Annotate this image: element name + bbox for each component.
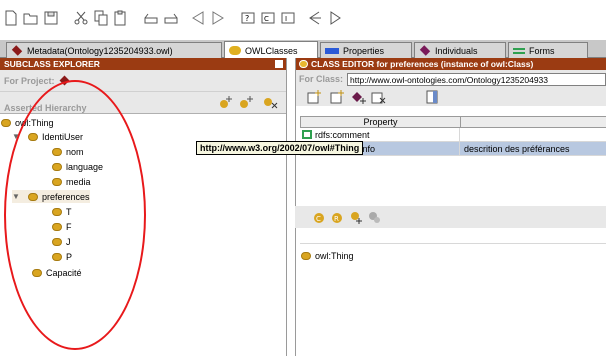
- tree-item-nom[interactable]: nom: [52, 145, 84, 158]
- delete-value-icon[interactable]: [370, 90, 386, 104]
- tab-metadata[interactable]: Metadata(Ontology1235204933.owl): [6, 42, 222, 58]
- class-editor-header: CLASS EDITOR for preferences (instance o…: [296, 58, 606, 70]
- tree-item-media[interactable]: media: [52, 175, 91, 188]
- for-class-bar: For Class: http://www.owl-ontologies.com…: [296, 70, 606, 88]
- copy-icon[interactable]: [93, 10, 109, 26]
- class-bullet-icon: [52, 147, 62, 156]
- individual-diamond-icon: [419, 45, 431, 56]
- tab-forms[interactable]: Forms: [508, 42, 588, 58]
- class-bullet-icon: [299, 60, 308, 68]
- tree-item-t[interactable]: T: [52, 205, 72, 218]
- class-bullet-icon: [52, 207, 62, 216]
- tree-item-identiuser[interactable]: ▼ IdentiUser: [12, 130, 83, 143]
- hierarchy-label: Asserted Hierarchy: [4, 103, 87, 113]
- tree-item-preferences[interactable]: ▼ preferences: [12, 190, 90, 203]
- table-header: Property: [300, 116, 606, 128]
- class-bullet-icon: [52, 237, 62, 246]
- create-subclass-icon[interactable]: [218, 95, 234, 109]
- class-bullet-icon: [1, 118, 11, 127]
- tree-item-capacite[interactable]: Capacité: [32, 266, 82, 279]
- class-bullet-icon: [32, 268, 42, 277]
- svg-text:I: I: [285, 15, 287, 23]
- class-bullet-icon: [52, 252, 62, 261]
- annotation-property-icon: [302, 130, 312, 139]
- undo-icon[interactable]: [143, 10, 159, 26]
- view-icon[interactable]: [424, 90, 440, 104]
- ask-icon[interactable]: ?: [240, 10, 256, 26]
- superclass-list: owl:Thing: [300, 230, 606, 354]
- back-icon[interactable]: [190, 10, 206, 26]
- metadata-diamond-icon: [11, 45, 23, 56]
- class-bullet-icon: [52, 177, 62, 186]
- tab-properties[interactable]: Properties: [320, 42, 412, 58]
- class-bullet-icon: [301, 252, 311, 260]
- chevron-down-icon[interactable]: ▼: [12, 132, 20, 141]
- create-sibling-icon[interactable]: [238, 95, 254, 109]
- svg-text:R: R: [334, 215, 339, 223]
- table-row[interactable]: rdfs:comment: [300, 128, 606, 142]
- new-file-icon[interactable]: [3, 10, 19, 26]
- class-bullet-icon: [52, 222, 62, 231]
- tab-bar: Metadata(Ontology1235204933.owl) OWLClas…: [0, 40, 606, 59]
- subclass-explorer-header: SUBCLASS EXPLORER: [0, 58, 286, 70]
- add-superclass-icon[interactable]: C: [313, 210, 327, 224]
- property-bar-icon: [325, 47, 339, 54]
- cut-icon[interactable]: [73, 10, 89, 26]
- add-named-class-icon[interactable]: [349, 210, 363, 224]
- remove-superclass-icon[interactable]: [367, 210, 381, 224]
- editor-toolbar: [296, 88, 606, 106]
- class-bullet-icon: [52, 162, 62, 171]
- forms-icon: [513, 47, 525, 54]
- class-bullet-icon: [28, 192, 38, 201]
- delete-class-icon[interactable]: [262, 95, 278, 109]
- next-icon[interactable]: [327, 10, 343, 26]
- uri-tooltip: http://www.w3.org/2002/07/owl#Thing: [196, 141, 364, 155]
- maximize-icon[interactable]: [275, 60, 283, 68]
- list-item: [300, 230, 606, 244]
- main-toolbar: ? C I: [0, 0, 606, 36]
- paste-icon[interactable]: [113, 10, 129, 26]
- add-annotation-icon[interactable]: [306, 90, 322, 104]
- forward-icon[interactable]: [210, 10, 226, 26]
- tree-item-owl-thing[interactable]: owl:Thing: [1, 116, 54, 129]
- for-project-bar: For Project:: [0, 70, 286, 92]
- svg-text:C: C: [316, 215, 321, 223]
- list-item[interactable]: owl:Thing: [300, 251, 606, 261]
- add-restriction-icon[interactable]: R: [331, 210, 345, 224]
- project-diamond-icon: [59, 75, 69, 86]
- tab-individuals[interactable]: Individuals: [414, 42, 506, 58]
- tree-item-f[interactable]: F: [52, 220, 72, 233]
- redo-icon[interactable]: [163, 10, 179, 26]
- tree-item-j[interactable]: J: [52, 235, 71, 248]
- tree-item-p[interactable]: P: [52, 250, 72, 263]
- class-bullet-icon: [28, 132, 38, 141]
- class-icon[interactable]: C: [260, 10, 276, 26]
- superclass-toolbar: C R: [295, 206, 606, 228]
- class-uri-field[interactable]: http://www.owl-ontologies.com/Ontology12…: [347, 72, 606, 86]
- svg-text:C: C: [264, 15, 269, 23]
- add-value-icon[interactable]: [351, 90, 367, 104]
- add-property-icon[interactable]: [329, 90, 345, 104]
- svg-text:?: ?: [245, 14, 249, 23]
- tree-item-language[interactable]: language: [52, 160, 103, 173]
- subclass-explorer-panel: SUBCLASS EXPLORER For Project: Asserted …: [0, 58, 287, 356]
- tab-owl-classes[interactable]: OWLClasses: [224, 41, 318, 59]
- save-icon[interactable]: [43, 10, 59, 26]
- class-bullet-icon: [229, 46, 241, 55]
- chevron-down-icon[interactable]: ▼: [12, 192, 20, 201]
- prev-icon[interactable]: [307, 10, 323, 26]
- hierarchy-bar: Asserted Hierarchy: [0, 92, 286, 114]
- instance-icon[interactable]: I: [280, 10, 296, 26]
- open-folder-icon[interactable]: [23, 10, 39, 26]
